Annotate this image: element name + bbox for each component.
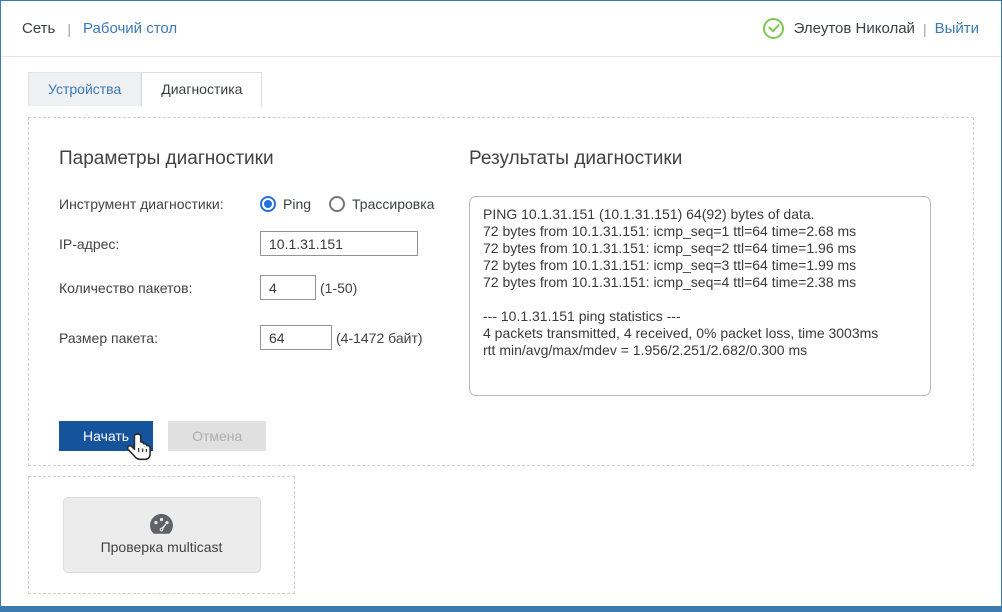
results-output: PING 10.1.31.151 (10.1.31.151) 64(92) by…	[469, 196, 931, 396]
start-button[interactable]: Начать	[59, 421, 153, 451]
diagnostics-parameters: Параметры диагностики Инструмент диагнос…	[59, 148, 469, 451]
radio-ping[interactable]: Ping	[260, 196, 311, 212]
gauge-icon	[150, 514, 173, 534]
packet-count-hint: (1-50)	[320, 280, 357, 296]
parameters-title: Параметры диагностики	[59, 148, 469, 170]
radio-traceroute-label: Трассировка	[352, 196, 434, 212]
tool-label: Инструмент диагностики:	[59, 196, 260, 212]
tab-diagnostics[interactable]: Диагностика	[141, 72, 262, 107]
packet-count-row: Количество пакетов: (1-50)	[59, 275, 469, 300]
user-separator: |	[923, 21, 927, 37]
packet-size-hint: (4-1472 байт)	[336, 330, 423, 346]
nav-link-desktop[interactable]: Рабочий стол	[83, 20, 177, 37]
packet-count-label: Количество пакетов:	[59, 280, 260, 296]
page: Сеть | Рабочий стол Элеутов Николай | Вы…	[0, 0, 1002, 612]
radio-traceroute[interactable]: Трассировка	[329, 196, 434, 212]
user-area: Элеутов Николай | Выйти	[763, 18, 979, 39]
ip-address-input[interactable]	[260, 231, 418, 256]
packet-size-row: Размер пакета: (4-1472 байт)	[59, 325, 469, 350]
logout-link[interactable]: Выйти	[935, 20, 979, 37]
multicast-button-label: Проверка multicast	[101, 538, 223, 556]
radio-unselected-icon[interactable]	[329, 196, 345, 212]
nav-separator: |	[67, 21, 71, 37]
user-name: Элеутов Николай	[794, 20, 915, 37]
packet-size-input[interactable]	[260, 325, 332, 350]
radio-selected-icon[interactable]	[260, 196, 276, 212]
ip-row: IP-адрес:	[59, 231, 469, 256]
tab-bar: Устройства Диагностика	[1, 57, 1001, 106]
multicast-panel: Проверка multicast	[28, 476, 295, 594]
ip-label: IP-адрес:	[59, 236, 260, 252]
multicast-check-button[interactable]: Проверка multicast	[63, 497, 261, 573]
packet-count-input[interactable]	[260, 275, 316, 300]
tool-row: Инструмент диагностики: Ping Трассировка	[59, 196, 469, 212]
nav-section-label: Сеть	[22, 20, 55, 37]
check-circle-icon	[763, 18, 784, 39]
results-title: Результаты диагностики	[469, 148, 943, 170]
diagnostics-results: Результаты диагностики PING 10.1.31.151 …	[469, 148, 943, 451]
form-buttons: Начать Отмена	[59, 421, 469, 451]
tab-devices[interactable]: Устройства	[28, 72, 141, 106]
header: Сеть | Рабочий стол Элеутов Николай | Вы…	[1, 1, 1001, 57]
footer-bar	[1, 606, 1001, 611]
tool-radio-group: Ping Трассировка	[260, 196, 452, 212]
diagnostics-panel: Параметры диагностики Инструмент диагнос…	[28, 117, 974, 466]
breadcrumb: Сеть | Рабочий стол	[22, 20, 177, 37]
cancel-button[interactable]: Отмена	[168, 421, 266, 451]
radio-ping-label: Ping	[283, 196, 311, 212]
packet-size-label: Размер пакета:	[59, 330, 260, 346]
